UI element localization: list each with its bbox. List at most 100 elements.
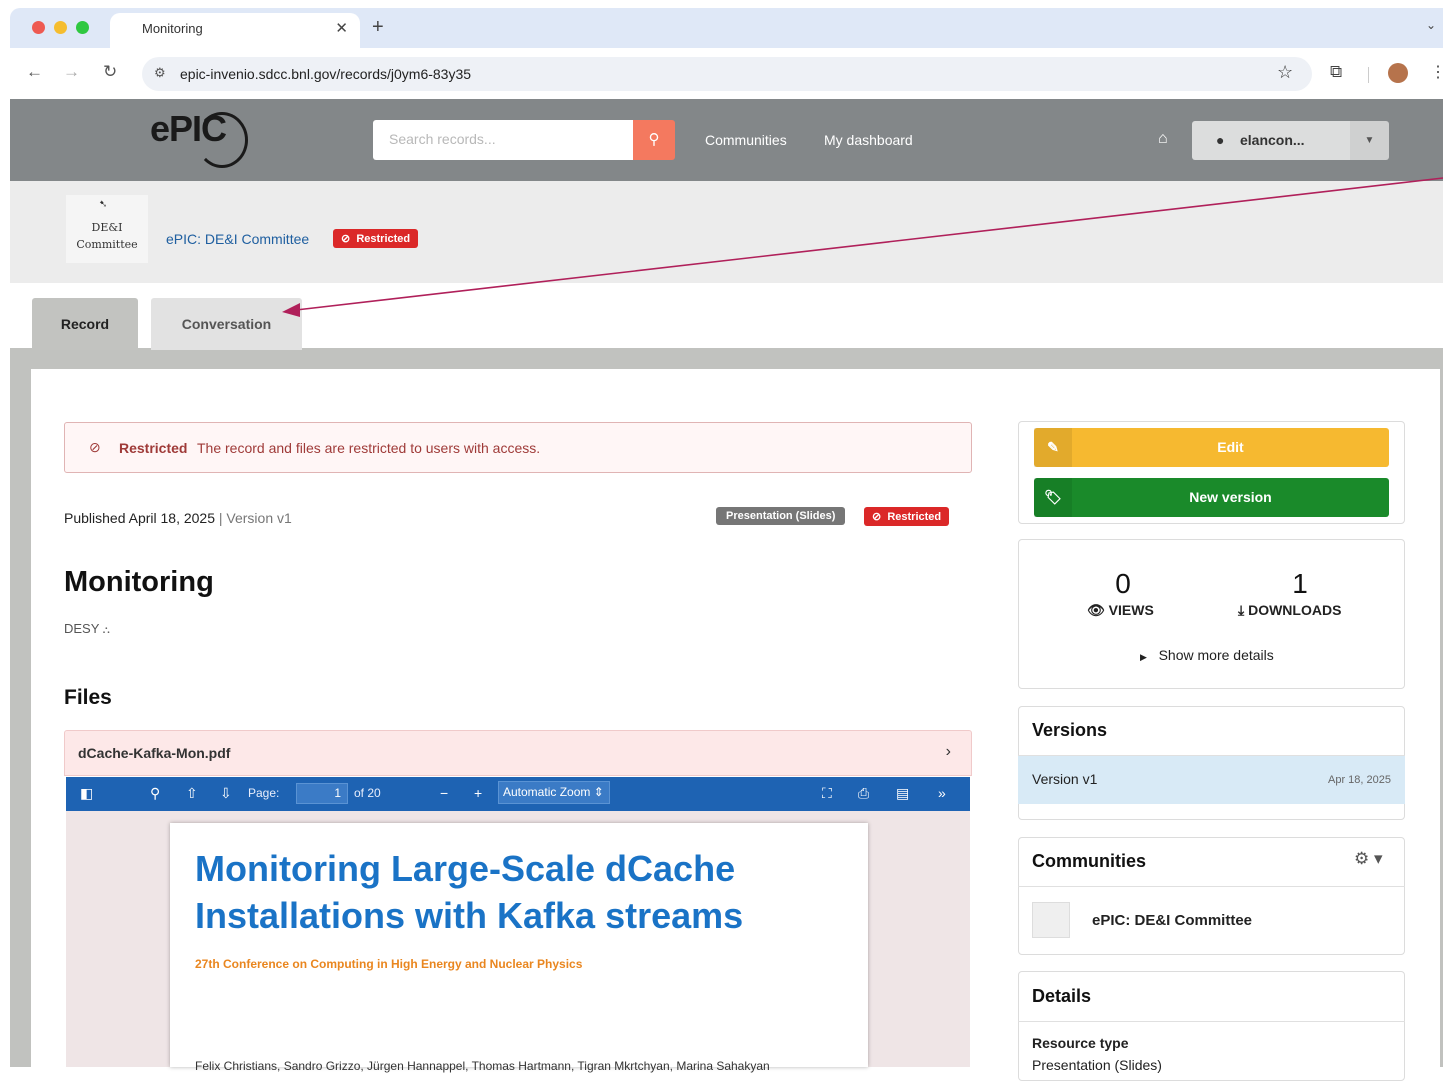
slide-subtitle: 27th Conference on Computing in High Ene… [195, 957, 583, 971]
search-button[interactable]: ⚲ [633, 120, 675, 160]
tab-record[interactable]: Record [32, 298, 138, 350]
window-minimize-dot[interactable] [54, 21, 67, 34]
downloads-count: 1 [1292, 568, 1308, 599]
nav-my-dashboard[interactable]: My dashboard [824, 132, 913, 148]
presentation-mode-icon[interactable]: ⛶ [822, 785, 832, 802]
search-input[interactable] [387, 120, 627, 158]
user-menu-button[interactable]: ● elancon... [1192, 121, 1350, 160]
forward-arrow-icon[interactable]: → [63, 62, 80, 82]
tab-conversation[interactable]: Conversation [151, 298, 302, 350]
browser-menu-icon[interactable]: ⋮ [1430, 62, 1443, 82]
browser-tab[interactable]: Monitoring ✕ [110, 13, 360, 49]
previous-page-icon[interactable]: ⇧ [186, 785, 198, 802]
profile-avatar[interactable] [1388, 63, 1408, 83]
restricted-icon: ⊘ [341, 233, 351, 245]
page-label: Page: [248, 786, 280, 800]
toolbar-separator [1368, 67, 1369, 83]
views-label: 👁 VIEWS [1087, 602, 1154, 619]
nav-communities[interactable]: Communities [705, 132, 787, 148]
record-creator[interactable]: DESY ⛬ [64, 621, 110, 636]
zoom-out-icon[interactable]: − [440, 785, 448, 801]
window-close-dot[interactable] [32, 21, 45, 34]
sidebar-toggle-icon[interactable]: ◧ [80, 785, 93, 802]
communities-divider [1018, 886, 1405, 887]
community-logo-line-1: DE&I [91, 221, 123, 234]
find-icon[interactable]: ⚲ [150, 785, 160, 802]
browser-tab-title: Monitoring [142, 21, 203, 36]
tag-icon: 🏷 [1034, 478, 1072, 517]
details-heading: Details [1032, 986, 1092, 1006]
extensions-icon[interactable]: ⧉ [1330, 62, 1342, 82]
back-arrow-icon[interactable]: ← [26, 62, 43, 82]
zoom-value: Automatic Zoom [503, 785, 591, 799]
tools-more-icon[interactable]: » [938, 785, 946, 801]
communities-heading: Communities [1032, 851, 1147, 871]
next-page-icon[interactable]: ⇩ [220, 785, 232, 802]
access-restricted-badge: ⊘ Restricted [864, 507, 950, 526]
community-restricted-badge: ⊘ Restricted [333, 229, 419, 248]
resource-type-label: Resource type [1032, 1035, 1129, 1051]
close-tab-icon[interactable]: ✕ [335, 19, 348, 37]
slide-title: Monitoring Large-Scale dCache Installati… [195, 845, 743, 939]
eye-icon: 👁 [1087, 602, 1105, 618]
zoom-in-icon[interactable]: + [474, 785, 482, 801]
user-dropdown-caret-icon[interactable]: ▼ [1350, 121, 1389, 160]
user-name: elancon... [1240, 132, 1305, 148]
tab-search-chevron-icon[interactable]: ⌄ [1426, 18, 1436, 32]
details-divider [1018, 1021, 1405, 1022]
community-logo[interactable]: ➷ DE&I Committee [66, 195, 148, 263]
window-zoom-dot[interactable] [76, 21, 89, 34]
stats-card [1018, 539, 1405, 689]
reload-icon[interactable]: ↻ [103, 62, 117, 82]
version-separator: | [215, 510, 227, 526]
show-more-label: Show more details [1158, 647, 1274, 663]
version-date: Apr 18, 2025 [1328, 774, 1391, 786]
new-version-label: New version [1189, 489, 1272, 505]
download-icon: ⤓ [1238, 602, 1245, 618]
show-more-details[interactable]: ▶ Show more details [1140, 647, 1274, 663]
print-icon[interactable]: ⎙ [858, 785, 869, 802]
creator-name: DESY [64, 621, 100, 636]
download-icon[interactable]: ▤ [896, 785, 909, 802]
edit-label: Edit [1217, 439, 1244, 455]
zoom-select[interactable]: Automatic Zoom ⇕ [498, 781, 610, 804]
bookmark-star-icon[interactable]: ☆ [1277, 62, 1293, 83]
downloads-label: ⤓ DOWNLOADS [1238, 602, 1341, 619]
inbox-icon[interactable]: ⌂ [1158, 130, 1168, 148]
chevron-right-icon: › [945, 743, 951, 760]
resource-type-value: Presentation (Slides) [1032, 1057, 1162, 1073]
edit-icon: ✎ [1034, 428, 1072, 467]
views-label-text: VIEWS [1108, 602, 1154, 618]
restricted-notice-label: Restricted [119, 440, 188, 456]
page-count: of 20 [354, 786, 381, 800]
epic-logo-ring [196, 112, 248, 168]
page-number-input[interactable]: 1 [296, 783, 348, 804]
version-row[interactable]: Version v1 Apr 18, 2025 [1018, 756, 1405, 804]
versions-heading: Versions [1032, 720, 1108, 740]
community-logo-line-2: Committee [76, 238, 138, 251]
restricted-notice: ⊘ Restricted The record and files are re… [64, 422, 972, 473]
restricted-icon: ⊘ [89, 439, 101, 455]
views-count: 0 [1115, 568, 1131, 599]
sidebar-community-name[interactable]: ePIC: DE&I Committee [1092, 912, 1252, 929]
pdf-page: Monitoring Large-Scale dCache Installati… [170, 823, 868, 1073]
restricted-notice-text: The record and files are restricted to u… [197, 440, 541, 456]
community-link[interactable]: ePIC: DE&I Committee [166, 231, 309, 247]
user-icon: ● [1216, 132, 1225, 148]
file-name: dCache-Kafka-Mon.pdf [78, 745, 231, 761]
file-accordion[interactable]: dCache-Kafka-Mon.pdf › [64, 730, 972, 776]
caret-right-icon: ▶ [1140, 652, 1147, 662]
url-text: epic-invenio.sdcc.bnl.gov/records/j0ym6-… [180, 66, 472, 82]
new-version-button[interactable]: 🏷 New version [1034, 478, 1389, 517]
community-thumbnail[interactable] [1032, 902, 1070, 938]
slide-title-line-1: Monitoring Large-Scale dCache [195, 848, 736, 889]
record-title: Monitoring [64, 566, 214, 598]
files-heading: Files [64, 686, 112, 709]
edit-button[interactable]: ✎ Edit [1034, 428, 1389, 467]
address-bar[interactable]: ⚙ epic-invenio.sdcc.bnl.gov/records/j0ym… [142, 57, 1312, 91]
new-tab-icon[interactable]: + [372, 16, 384, 39]
site-info-icon[interactable]: ⚙ [154, 65, 166, 81]
published-date: Published April 18, 2025 [64, 510, 215, 526]
community-restricted-label: Restricted [356, 233, 411, 245]
community-settings-gear-icon[interactable]: ⚙ ▾ [1354, 849, 1383, 869]
